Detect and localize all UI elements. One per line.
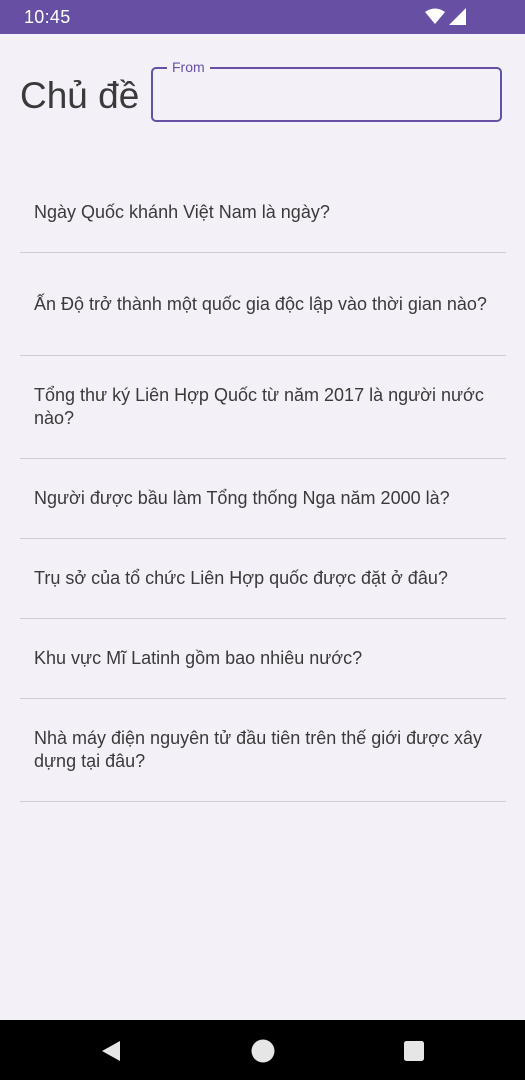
- page-title: Chủ đề: [20, 75, 140, 116]
- question-item[interactable]: Khu vực Mĩ Latinh gồm bao nhiêu nước?: [20, 619, 506, 699]
- status-bar: 10:45: [0, 0, 525, 34]
- wifi-icon: [425, 8, 445, 24]
- from-field[interactable]: From: [151, 59, 502, 122]
- question-item[interactable]: Người được bầu làm Tổng thống Nga năm 20…: [20, 459, 506, 539]
- back-icon[interactable]: [98, 1038, 124, 1064]
- header-row: Chủ đề From: [0, 34, 525, 154]
- question-item[interactable]: Tổng thư ký Liên Hợp Quốc từ năm 2017 là…: [20, 356, 506, 459]
- cellular-signal-icon: [449, 8, 466, 25]
- question-list: Ngày Quốc khánh Việt Nam là ngày? Ấn Độ …: [20, 173, 506, 802]
- status-icons: [425, 8, 469, 26]
- home-icon[interactable]: [250, 1038, 276, 1064]
- from-input[interactable]: [167, 81, 491, 111]
- question-item[interactable]: Ngày Quốc khánh Việt Nam là ngày?: [20, 173, 506, 253]
- from-field-label: From: [167, 59, 210, 75]
- status-time: 10:45: [24, 7, 71, 27]
- navigation-bar: [0, 1020, 525, 1080]
- recents-icon[interactable]: [401, 1038, 427, 1064]
- question-item[interactable]: Trụ sở của tổ chức Liên Hợp quốc được đặ…: [20, 539, 506, 619]
- question-item[interactable]: Nhà máy điện nguyên tử đầu tiên trên thế…: [20, 699, 506, 802]
- question-item[interactable]: Ấn Độ trở thành một quốc gia độc lập vào…: [20, 253, 506, 356]
